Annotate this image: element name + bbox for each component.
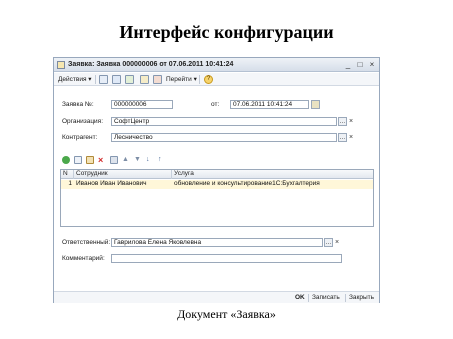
comment-field[interactable]	[111, 254, 342, 263]
delete-row-icon[interactable]: ×	[98, 156, 106, 165]
help-icon[interactable]: ?	[204, 75, 213, 84]
copy-row-icon[interactable]	[74, 156, 82, 164]
column-header-employee[interactable]: Сотрудник	[74, 170, 172, 179]
slide-title: Интерфейс конфигурации	[119, 22, 334, 42]
window-title: Заявка: Заявка 000000006 от 07.06.2011 1…	[68, 61, 234, 68]
close-window-button[interactable]: ×	[367, 60, 377, 69]
bottom-divider	[345, 294, 346, 302]
contractor-field[interactable]: Лесничество	[111, 133, 337, 142]
toolbar-divider	[95, 75, 96, 84]
maximize-button[interactable]: □	[355, 60, 365, 69]
row-employee[interactable]: Иванов Иван Иванович	[74, 180, 172, 189]
bottom-bar: OK Записать Закрыть	[54, 291, 379, 303]
responsible-clear-icon[interactable]: ×	[335, 238, 339, 247]
table-header: N Сотрудник Услуга	[61, 170, 373, 179]
save-close-icon[interactable]	[99, 75, 108, 84]
row-number: 1	[68, 180, 72, 187]
goto-menu[interactable]: Перейти ▾	[166, 75, 197, 84]
post-icon[interactable]	[125, 75, 134, 84]
responsible-select-button[interactable]: ...	[324, 238, 333, 247]
bottom-divider	[308, 294, 309, 302]
save-icon[interactable]	[112, 75, 121, 84]
chevron-down-icon: ▾	[193, 76, 197, 83]
organization-field[interactable]: СофтЦентр	[111, 117, 337, 126]
print-icon[interactable]	[153, 75, 162, 84]
date-field[interactable]: 07.06.2011 10:41:24	[230, 100, 309, 109]
contractor-select-button[interactable]: ...	[338, 133, 347, 142]
slide-caption: Документ «Заявка»	[177, 307, 276, 321]
table-row[interactable]: 1 Иванов Иван Иванович обновление и конс…	[61, 180, 373, 189]
number-field[interactable]: 000000006	[111, 100, 173, 109]
sort-descending-icon[interactable]: ↑	[158, 156, 166, 164]
add-row-icon[interactable]	[62, 156, 70, 164]
contractor-label: Контрагент:	[62, 134, 98, 141]
document-icon	[57, 61, 65, 69]
responsible-label: Ответственный:	[62, 239, 111, 246]
ok-button[interactable]: OK	[295, 294, 305, 302]
calendar-icon[interactable]	[311, 100, 320, 109]
edit-row-icon[interactable]	[86, 156, 94, 164]
sort-ascending-icon[interactable]: ↓	[146, 156, 154, 164]
move-up-icon[interactable]: ▲	[122, 156, 130, 164]
column-header-service[interactable]: Услуга	[172, 170, 375, 179]
date-label: от:	[211, 101, 220, 108]
services-table: N Сотрудник Услуга 1 Иванов Иван Иванови…	[60, 169, 374, 227]
organization-label: Организация:	[62, 118, 104, 125]
comment-label: Комментарий:	[62, 255, 105, 262]
chevron-down-icon: ▾	[88, 76, 92, 83]
document-window: Заявка: Заявка 000000006 от 07.06.2011 1…	[53, 57, 380, 303]
end-edit-icon[interactable]	[110, 156, 118, 164]
organization-select-button[interactable]: ...	[338, 117, 347, 126]
structure-icon[interactable]	[140, 75, 149, 84]
close-button[interactable]: Закрыть	[349, 294, 374, 302]
responsible-field[interactable]: Гаврилова Елена Яковлевна	[111, 238, 323, 247]
minimize-button[interactable]: _	[343, 60, 353, 69]
table-toolbar: × ▲ ▼ ↓ ↑	[60, 156, 220, 166]
save-button[interactable]: Записать	[312, 294, 340, 302]
move-down-icon[interactable]: ▼	[134, 156, 142, 164]
toolbar-divider	[199, 75, 200, 84]
toolbar: Действия ▾ Перейти ▾ ?	[54, 73, 379, 86]
window-titlebar[interactable]: Заявка: Заявка 000000006 от 07.06.2011 1…	[54, 58, 379, 72]
contractor-clear-icon[interactable]: ×	[349, 133, 353, 142]
organization-clear-icon[interactable]: ×	[349, 117, 353, 126]
actions-menu[interactable]: Действия ▾	[58, 75, 92, 84]
row-service[interactable]: обновление и консультирование1С:Бухгалте…	[172, 180, 375, 189]
column-header-n[interactable]: N	[61, 170, 74, 179]
number-label: Заявка №:	[62, 101, 94, 108]
goto-menu-label: Перейти	[166, 76, 192, 83]
actions-menu-label: Действия	[58, 76, 87, 83]
